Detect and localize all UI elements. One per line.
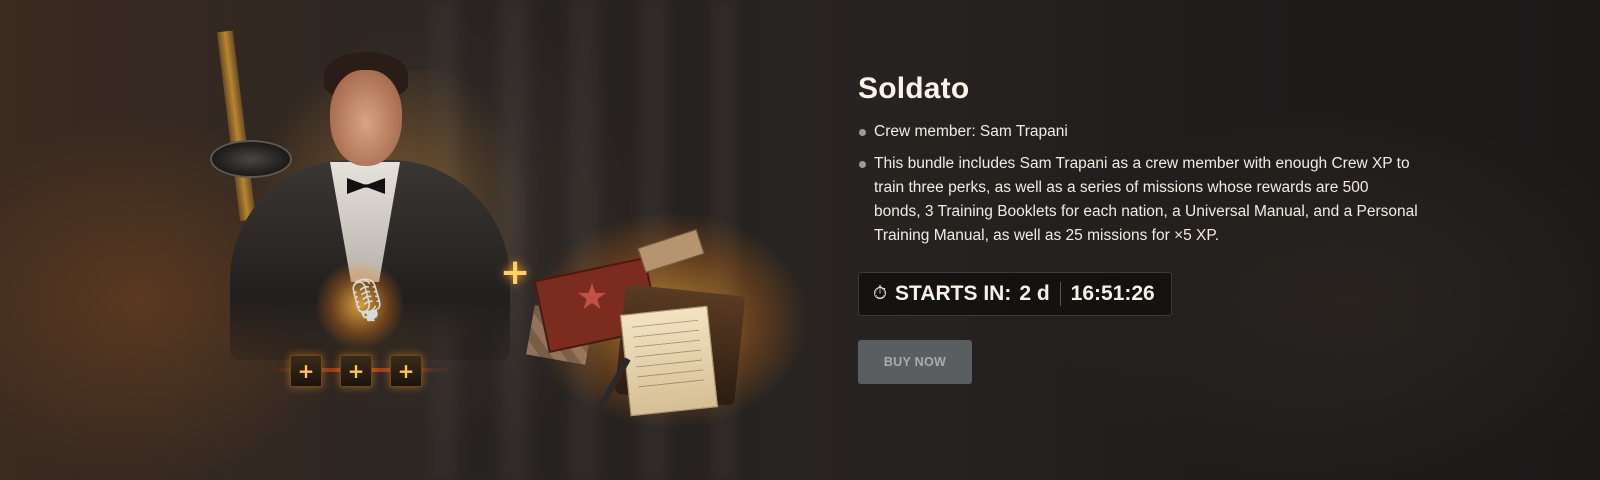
list-item: This bundle includes Sam Trapani as a cr… [858, 152, 1418, 248]
tommy-gun-drum [210, 140, 292, 178]
star-icon: ★ [575, 277, 609, 318]
crew-member-portrait [330, 70, 402, 166]
list-item: Crew member: Sam Trapani [858, 120, 1418, 144]
microphone-icon: 🎙 [340, 276, 394, 323]
start-timer: ⏱ STARTS IN: 2 d 16:51:26 [858, 272, 1172, 316]
timer-days: 2 d [1019, 282, 1050, 305]
bundle-artwork: 🎙 + + + + ★ [200, 10, 820, 470]
plus-icon: + [500, 252, 531, 293]
perk-plus-icon: + [340, 355, 372, 387]
stopwatch-icon: ⏱ [873, 283, 888, 304]
timer-label: STARTS IN: [895, 282, 1012, 305]
timer-time: 16:51:26 [1070, 282, 1155, 305]
perk-plus-icon: + [290, 355, 322, 387]
perk-plus-icon: + [390, 355, 422, 387]
perk-slots: + + + [290, 355, 422, 387]
bundle-info-panel: Soldato Crew member: Sam Trapani This bu… [858, 72, 1418, 384]
timer-divider [1059, 282, 1061, 306]
bundle-title: Soldato [858, 72, 970, 105]
bundle-description-list: Crew member: Sam Trapani This bundle inc… [858, 120, 1418, 248]
mission-items-illustration [619, 305, 719, 417]
buy-now-button[interactable]: BUY NOW [858, 340, 972, 384]
paper-lines [632, 319, 706, 397]
